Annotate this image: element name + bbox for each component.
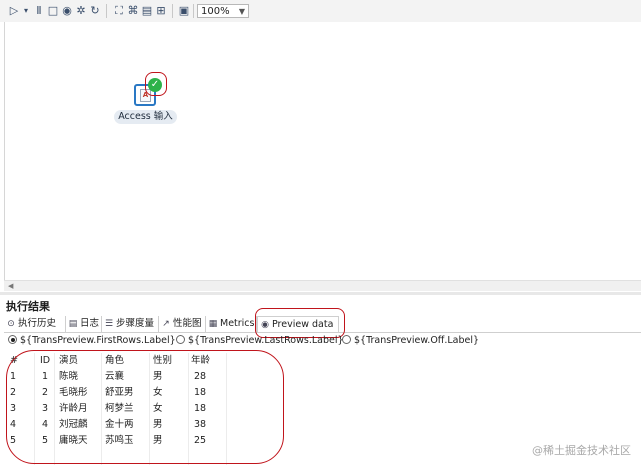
step-label[interactable]: Access 输入 [114, 110, 177, 124]
annotation-circle [6, 350, 284, 464]
play-options-icon[interactable]: ▾ [20, 4, 32, 17]
radio-label: ${TransPreview.FirstRows.Label} [20, 335, 176, 346]
replay-icon[interactable]: ↻ [89, 4, 101, 17]
tab-metrics[interactable]: ▦ Metrics [206, 316, 257, 332]
tab-label: 日志 [80, 318, 100, 329]
chevron-down-icon: ▼ [238, 7, 245, 16]
radio-last-rows[interactable]: ${TransPreview.LastRows.Label} [176, 334, 344, 348]
radio-off[interactable]: ${TransPreview.Off.Label} [342, 334, 479, 348]
results-title: 执行结果 [6, 300, 50, 313]
tab-log[interactable]: ▤ 日志 [66, 316, 102, 332]
tab-label: 步骤度量 [116, 318, 155, 329]
zoom-select[interactable]: 100% ▼ [197, 4, 249, 18]
sql-icon[interactable]: ▤ [141, 4, 153, 17]
radio-label: ${TransPreview.Off.Label} [354, 335, 480, 346]
tab-step-metrics[interactable]: ☰ 步骤度量 [102, 316, 159, 332]
radio-label: ${TransPreview.LastRows.Label} [188, 335, 344, 346]
annotation-circle [145, 72, 167, 96]
toolbar: ▷ ▾ Ⅱ □ ◉ ✲ ↻ ⛶ ⌘ ▤ ⊞ ▣ 100% ▼ [0, 0, 641, 23]
show-results-icon[interactable]: ▣ [178, 4, 190, 17]
performance-graph-icon: ↗ [162, 319, 170, 329]
watermark: @稀土掘金技术社区 [532, 444, 631, 457]
play-icon[interactable]: ▷ [8, 4, 20, 17]
tab-history[interactable]: ⊙ 执行历史 [6, 316, 66, 332]
verify-icon[interactable]: ⛶ [113, 4, 125, 17]
canvas-scrollbar[interactable]: ◀ [4, 280, 641, 291]
tab-label: Metrics [220, 318, 255, 329]
tab-label: 执行历史 [18, 318, 57, 329]
debug-icon[interactable]: ✲ [75, 4, 87, 17]
pause-icon[interactable]: Ⅱ [33, 4, 45, 17]
radio-indicator [342, 335, 351, 344]
radio-first-rows[interactable]: ${TransPreview.FirstRows.Label} [8, 334, 176, 348]
preview-options: ${TransPreview.FirstRows.Label} ${TransP… [8, 334, 641, 348]
metrics-icon: ▦ [208, 319, 218, 329]
analyze-icon[interactable]: ⌘ [127, 4, 139, 17]
explore-db-icon[interactable]: ⊞ [155, 4, 167, 17]
scroll-left-icon[interactable]: ◀ [8, 281, 13, 291]
stop-icon[interactable]: □ [47, 4, 59, 17]
history-icon: ⊙ [7, 319, 15, 329]
transformation-canvas[interactable] [0, 22, 641, 280]
zoom-value: 100% [201, 6, 230, 17]
preview-icon[interactable]: ◉ [61, 4, 73, 17]
tab-performance-graph[interactable]: ↗ 性能图 [159, 316, 206, 332]
radio-indicator [8, 335, 17, 344]
log-icon: ▤ [68, 319, 78, 329]
step-metrics-icon: ☰ [104, 319, 114, 329]
tab-label: 性能图 [173, 318, 202, 329]
radio-indicator [176, 335, 185, 344]
